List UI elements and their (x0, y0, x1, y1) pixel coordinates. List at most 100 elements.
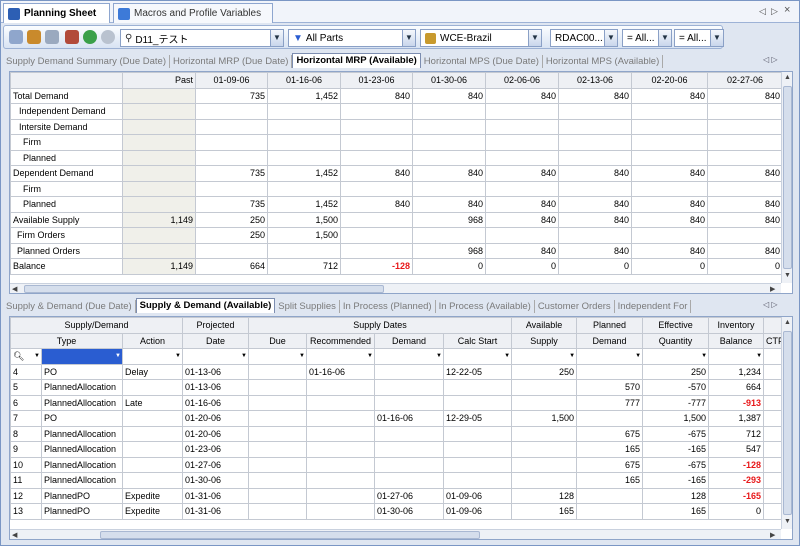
mrp-cell[interactable] (340, 227, 413, 244)
ctp-cell[interactable] (763, 394, 784, 411)
supply-cell[interactable]: 165 (511, 503, 578, 520)
mrp-col-header[interactable]: 02-27-06 (707, 72, 783, 89)
date-cell[interactable]: 01-20-06 (182, 425, 249, 442)
scroll-down-icon[interactable]: ▼ (784, 518, 791, 525)
mrp-cell[interactable] (340, 180, 413, 197)
recommended-cell[interactable] (306, 441, 375, 458)
tab-horizontal-mps-available[interactable]: Horizontal MPS (Available) (543, 55, 664, 68)
sd-vscroll-thumb[interactable] (783, 331, 792, 515)
mrp-cell[interactable] (707, 134, 783, 151)
action-cell[interactable] (122, 472, 183, 489)
mrp-cell[interactable]: 840 (707, 87, 783, 104)
col-balance[interactable]: Balance (708, 332, 765, 349)
mrp-col-header[interactable]: 02-13-06 (558, 72, 632, 89)
balance-cell[interactable]: -165 (708, 487, 765, 504)
mrp-col-header[interactable]: 01-16-06 (267, 72, 341, 89)
mrp-cell[interactable]: 840 (485, 165, 559, 182)
filter-planned-demand[interactable]: ▼ (576, 348, 644, 365)
mrp-cell[interactable]: 840 (707, 196, 783, 213)
supply-cell[interactable] (511, 441, 578, 458)
scroll-right-icon[interactable]: ▷ (771, 6, 778, 17)
stop-icon[interactable] (101, 30, 115, 44)
scroll-left-icon[interactable]: ◀ (12, 285, 17, 293)
balance-cell[interactable]: 664 (708, 379, 765, 396)
quantity-cell[interactable]: -777 (642, 394, 710, 411)
mrp-cell[interactable]: 0 (631, 258, 708, 275)
balance-cell[interactable]: -128 (708, 456, 765, 473)
mrp-cell[interactable] (485, 227, 559, 244)
date-cell[interactable]: 01-16-06 (182, 394, 249, 411)
ctp-cell[interactable] (763, 503, 784, 520)
col-action[interactable]: Action (122, 332, 183, 349)
tab-planning-sheet[interactable]: Planning Sheet (3, 3, 110, 23)
tab-in-process-planned[interactable]: In Process (Planned) (340, 300, 436, 313)
table-row[interactable]: 11 PlannedAllocation 01-30-06 165 -165 -293 (10, 472, 784, 489)
close-icon[interactable]: × (784, 4, 790, 16)
recommended-cell[interactable]: 01-16-06 (306, 363, 375, 380)
calc-start-cell[interactable]: 01-09-06 (442, 503, 513, 520)
filter-date[interactable]: ▼ (182, 348, 249, 365)
mrp-cell[interactable] (340, 118, 413, 135)
mrp-cell[interactable] (485, 149, 559, 166)
parts-select[interactable]: ▼ All Parts ▼ (288, 29, 416, 47)
mrp-cell[interactable]: 840 (485, 242, 559, 259)
table-row[interactable]: 5 PlannedAllocation 01-13-06 570 -570 664 (10, 379, 784, 396)
mrp-cell[interactable] (122, 196, 196, 213)
col-ctp[interactable]: CTP (763, 332, 784, 349)
mrp-cell[interactable]: 840 (558, 87, 632, 104)
tab-sd-available[interactable]: Supply & Demand (Available) (135, 298, 276, 313)
calc-start-cell[interactable] (442, 425, 513, 442)
filter-search-cell[interactable]: 🔍︎ ▼ (10, 348, 42, 365)
mrp-cell[interactable]: 840 (631, 87, 708, 104)
mrp-cell[interactable] (340, 149, 413, 166)
recommended-cell[interactable] (306, 503, 375, 520)
ctp-cell[interactable] (763, 425, 784, 442)
mrp-col-header[interactable]: 02-20-06 (631, 72, 708, 89)
table-row[interactable]: 7 PO 01-20-06 01-16-06 12-29-05 1,500 1,500 1,3… (10, 410, 784, 427)
date-cell[interactable]: 01-13-06 (182, 363, 249, 380)
sd-hscroll-thumb[interactable] (100, 531, 480, 539)
recommended-cell[interactable] (306, 456, 375, 473)
demand-cell[interactable] (374, 441, 444, 458)
mrp-cell[interactable]: 1,149 (122, 258, 196, 275)
date-cell[interactable]: 01-27-06 (182, 456, 249, 473)
mrp-cell[interactable] (195, 118, 268, 135)
planned-demand-cell[interactable]: 675 (576, 425, 644, 442)
ctp-cell[interactable] (763, 487, 784, 504)
tab-scroll-arrows[interactable]: ◁ ▷ (763, 300, 778, 309)
type-cell[interactable]: PlannedAllocation (41, 441, 123, 458)
type-cell[interactable]: PlannedAllocation (41, 394, 123, 411)
col-planned-demand[interactable]: Demand (576, 332, 644, 349)
mrp-cell[interactable] (485, 118, 559, 135)
mrp-cell[interactable]: 840 (340, 196, 413, 213)
scroll-up-icon[interactable]: ▲ (784, 74, 791, 81)
type-cell[interactable]: PlannedAllocation (41, 472, 123, 489)
mrp-cell[interactable]: 840 (631, 242, 708, 259)
quantity-cell[interactable]: -675 (642, 456, 710, 473)
mrp-cell[interactable]: 0 (707, 258, 783, 275)
action-cell[interactable]: Late (122, 394, 183, 411)
planned-demand-cell[interactable]: 570 (576, 379, 644, 396)
calc-start-cell[interactable] (442, 456, 513, 473)
balance-cell[interactable]: 547 (708, 441, 765, 458)
mrp-cell[interactable] (122, 118, 196, 135)
col-group-available[interactable]: Available (511, 317, 578, 334)
filter-demand[interactable]: ▼ (374, 348, 444, 365)
mrp-vertical-scrollbar[interactable]: ▲ ▼ (781, 72, 792, 283)
mrp-cell[interactable] (195, 242, 268, 259)
due-cell[interactable] (248, 456, 307, 473)
tab-horizontal-mrp-due[interactable]: Horizontal MRP (Due Date) (170, 55, 293, 68)
planned-demand-cell[interactable] (576, 487, 644, 504)
filter-calc-start[interactable]: ▼ (442, 348, 513, 365)
mrp-cell[interactable]: 735 (195, 196, 268, 213)
date-cell[interactable]: 01-13-06 (182, 379, 249, 396)
filter-balance[interactable]: ▼ (708, 348, 765, 365)
col-group-effective[interactable]: Effective (642, 317, 710, 334)
sd-vertical-scrollbar[interactable]: ▲ ▼ (781, 317, 792, 529)
action-cell[interactable]: Expedite (122, 503, 183, 520)
mrp-cell[interactable]: 840 (558, 211, 632, 228)
toolbar-icon-2[interactable] (27, 30, 41, 44)
recommended-cell[interactable] (306, 425, 375, 442)
scroll-down-icon[interactable]: ▼ (784, 272, 791, 279)
col-recommended[interactable]: Recommended (306, 332, 375, 349)
